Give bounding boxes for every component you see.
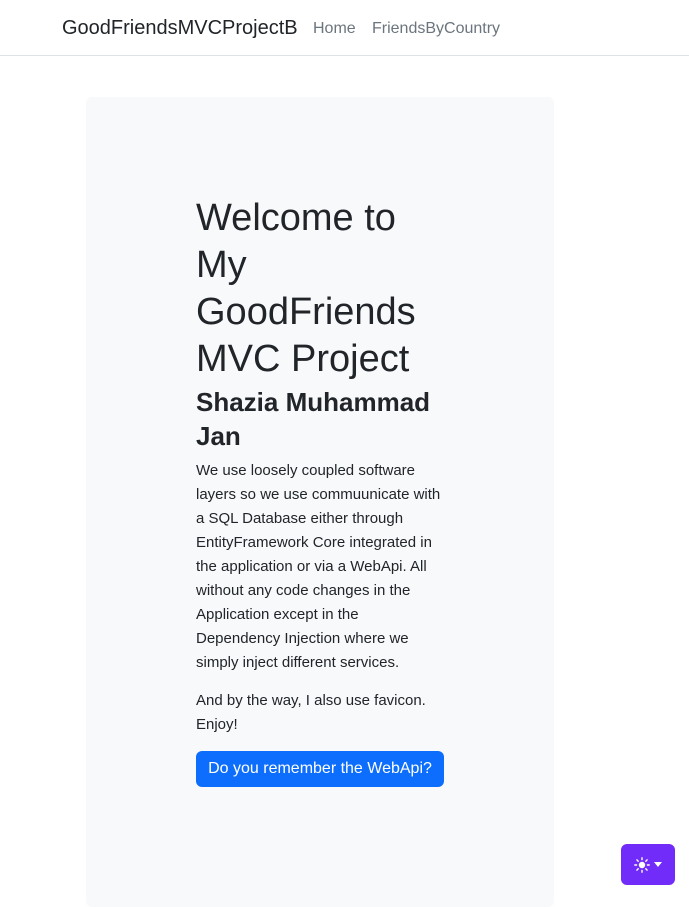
hero-content: Welcome to My GoodFriends MVC Project Sh…	[196, 195, 446, 787]
author-name: Shazia Muhammad Jan	[196, 387, 431, 451]
hero-panel: Welcome to My GoodFriends MVC Project Sh…	[86, 97, 554, 907]
caret-down-icon	[654, 862, 662, 867]
nav-link-friends-by-country[interactable]: FriendsByCountry	[372, 19, 500, 39]
top-navbar: GoodFriendsMVCProjectB Home FriendsByCou…	[0, 0, 689, 56]
webapi-button[interactable]: Do you remember the WebApi?	[196, 751, 444, 787]
navbar-brand[interactable]: GoodFriendsMVCProjectB	[62, 16, 298, 40]
nav-link-home[interactable]: Home	[313, 19, 356, 39]
favicon-paragraph: And by the way, I also use favicon. Enjo…	[196, 692, 426, 733]
intro-paragraph: We use loosely coupled software layers s…	[196, 462, 441, 671]
page-title: Welcome to My GoodFriends MVC Project	[196, 197, 416, 380]
theme-toggle-button[interactable]	[621, 844, 675, 885]
sun-icon	[634, 856, 650, 873]
